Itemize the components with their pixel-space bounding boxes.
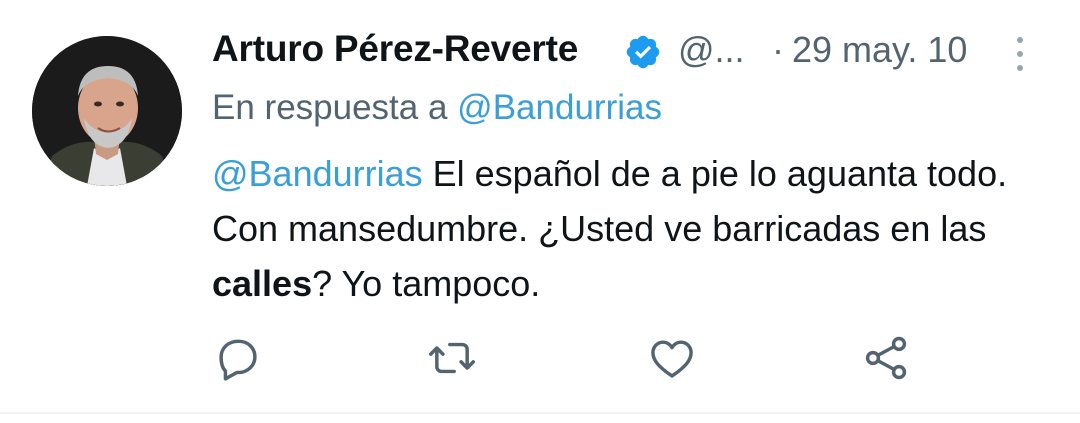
tweet-timestamp[interactable]: · 29 may. 10 — [772, 29, 967, 71]
reply-prefix: En respuesta a — [212, 88, 448, 127]
verified-badge-icon — [624, 33, 662, 71]
avatar-photo — [32, 36, 182, 186]
tweet-actions — [212, 332, 932, 388]
reply-icon[interactable] — [212, 332, 264, 384]
body-mention[interactable]: @Bandurrias — [212, 153, 423, 194]
share-icon[interactable] — [860, 332, 912, 384]
tweet-body: @Bandurrias El español de a pie lo aguan… — [212, 146, 1032, 311]
retweet-icon[interactable] — [426, 332, 478, 384]
like-icon[interactable] — [646, 332, 698, 384]
tweet: Arturo Pérez-Reverte @... · 29 may. 10 En… — [0, 0, 1080, 423]
reply-to-mention[interactable]: @Bandurrias — [457, 88, 662, 127]
reply-context: En respuesta a @Bandurrias — [212, 88, 662, 128]
separator-dot: · — [772, 29, 784, 70]
tweet-header: Arturo Pérez-Reverte @... · 29 may. 10 — [212, 24, 1052, 78]
avatar[interactable] — [32, 36, 182, 186]
author-name[interactable]: Arturo Pérez-Reverte — [212, 28, 578, 70]
body-text-2: ? Yo tampoco. — [312, 263, 541, 304]
body-bold: calles — [212, 263, 313, 304]
divider — [0, 412, 1080, 414]
author-handle[interactable]: @... — [678, 29, 745, 71]
more-vertical-icon[interactable] — [1008, 32, 1032, 76]
timestamp-text: 29 may. 10 — [792, 29, 968, 70]
